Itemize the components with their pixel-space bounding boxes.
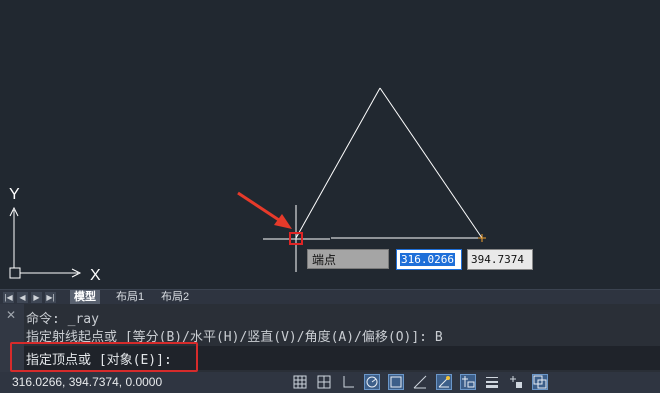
triangle-right-edge[interactable]: [379, 87, 483, 239]
tab-last-icon[interactable]: ▶|: [45, 292, 56, 303]
grid-icon[interactable]: [292, 374, 308, 390]
triangle-left-edge[interactable]: [295, 87, 381, 239]
tab-model[interactable]: 模型: [70, 290, 100, 305]
endpoint-marker: [478, 234, 486, 242]
ucs-y-label: Y: [9, 186, 20, 203]
drawing-canvas[interactable]: Y X 端点 316.0266 394.7374: [0, 0, 660, 289]
tab-first-icon[interactable]: |◀: [3, 292, 14, 303]
selection-cycling-icon[interactable]: [532, 374, 548, 390]
ortho-icon[interactable]: [340, 374, 356, 390]
drawing-svg: Y X: [9, 87, 486, 284]
dynamic-input-x-value: 316.0266: [400, 253, 455, 266]
transparency-icon[interactable]: [508, 374, 524, 390]
dynamic-input-x[interactable]: 316.0266: [396, 249, 462, 270]
ucs-icon: [9, 206, 82, 279]
tab-layout1[interactable]: 布局1: [112, 290, 148, 305]
polar-icon[interactable]: [364, 374, 380, 390]
tab-layout2[interactable]: 布局2: [157, 290, 193, 305]
osnap-icon[interactable]: [388, 374, 404, 390]
otrack-icon[interactable]: [412, 374, 428, 390]
tab-prev-icon[interactable]: ◀: [17, 292, 28, 303]
command-history-line: 命令: _ray: [26, 312, 99, 327]
annotation-arrow-icon: [237, 191, 292, 229]
close-icon[interactable]: ✕: [6, 308, 16, 322]
layout-tabs-bar: |◀ ◀ ▶ ▶| 模型 布局1 布局2: [0, 289, 660, 305]
prompt-highlight-box: [10, 342, 198, 372]
status-bar: 316.0266, 394.7374, 0.0000: [0, 372, 660, 393]
dynamic-input-y[interactable]: 394.7374: [467, 249, 533, 270]
tab-next-icon[interactable]: ▶: [31, 292, 42, 303]
ucs-x-label: X: [90, 267, 101, 284]
dynucs-icon[interactable]: [436, 374, 452, 390]
dyninput-icon[interactable]: [460, 374, 476, 390]
osnap-tooltip: 端点: [307, 249, 389, 269]
coordinate-readout: 316.0266, 394.7374, 0.0000: [12, 375, 163, 389]
lineweight-icon[interactable]: [484, 374, 500, 390]
snap-icon[interactable]: [316, 374, 332, 390]
